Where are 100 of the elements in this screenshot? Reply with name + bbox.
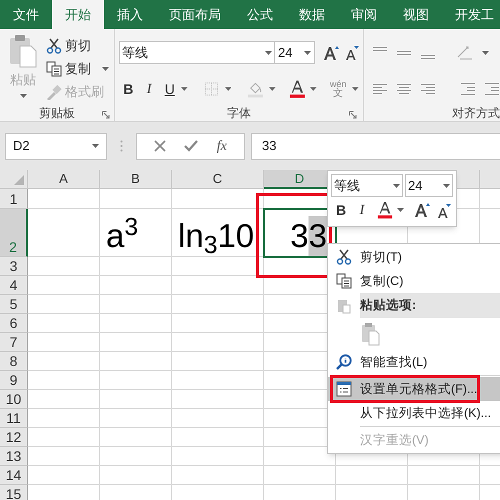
table-cell <box>100 390 172 409</box>
caret-icon[interactable] <box>310 87 317 92</box>
drag-handle-icon[interactable] <box>120 140 123 152</box>
grow-font-icon[interactable] <box>323 44 339 61</box>
cell-text: a$^{3}$ <box>105 216 138 256</box>
table-cell <box>264 466 336 485</box>
menu-section-header: 粘贴选项: <box>360 293 500 318</box>
ribbon-tab[interactable]: 页面布局 <box>156 0 234 29</box>
menu-item[interactable]: 复制(C) <box>328 269 500 293</box>
row-header[interactable]: 8 <box>0 352 28 371</box>
row-header[interactable]: 12 <box>0 428 28 447</box>
ribbon-tab[interactable]: 公式 <box>234 0 286 29</box>
table-cell <box>28 314 100 333</box>
group-label: 字体 <box>227 104 251 122</box>
table-cell <box>100 333 172 352</box>
italic-button[interactable]: I <box>140 78 158 100</box>
table-cell <box>28 295 100 314</box>
row-header[interactable]: 10 <box>0 390 28 409</box>
insert-function-button[interactable]: fx <box>216 136 227 156</box>
row-header[interactable]: 13 <box>0 447 28 466</box>
dialog-launcher-icon[interactable] <box>349 111 357 119</box>
row-header[interactable]: 15 <box>0 485 28 500</box>
ribbon-tab[interactable]: 文件 <box>0 0 52 29</box>
row-header[interactable]: 5 <box>0 295 28 314</box>
ribbon-tab[interactable]: 开发工 <box>442 0 500 29</box>
table-cell <box>408 466 480 485</box>
caret-icon[interactable] <box>397 208 404 212</box>
caret-icon[interactable] <box>224 87 232 92</box>
font-name-field[interactable]: 等线 <box>119 41 275 64</box>
italic-button[interactable]: I <box>352 199 372 221</box>
row-header[interactable]: 11 <box>0 409 28 428</box>
column-header[interactable]: C <box>172 170 264 189</box>
formula-field[interactable]: 33 <box>251 132 500 160</box>
font-size-field[interactable]: 24 <box>275 41 315 64</box>
caret-icon[interactable] <box>304 50 311 55</box>
group-label: 对齐方式 <box>452 104 500 122</box>
row-header[interactable]: 6 <box>0 314 28 333</box>
table-cell <box>336 466 408 485</box>
table-cell <box>100 466 172 485</box>
column-header[interactable]: A <box>28 170 100 189</box>
ribbon-tab[interactable]: 视图 <box>390 0 442 29</box>
row-header[interactable]: 1 <box>0 189 28 209</box>
increase-indent-icon[interactable] <box>484 82 500 96</box>
row-header[interactable]: 2 <box>0 209 28 257</box>
table-cell <box>100 409 172 428</box>
align-right-icon[interactable] <box>420 82 436 96</box>
grow-font-icon[interactable] <box>414 202 430 218</box>
ribbon-tab[interactable]: 插入 <box>104 0 156 29</box>
caret-icon[interactable] <box>482 50 489 55</box>
table-cell <box>100 352 172 371</box>
caret-icon[interactable] <box>443 184 450 188</box>
font-size-field[interactable]: 24 <box>405 174 453 197</box>
column-header[interactable]: B <box>100 170 172 189</box>
dialog-launcher-icon[interactable] <box>102 111 110 119</box>
align-left-icon[interactable] <box>372 82 388 96</box>
caret-icon[interactable] <box>393 184 400 188</box>
shrink-font-icon[interactable] <box>437 202 451 218</box>
checkmark-icon[interactable] <box>184 140 198 152</box>
table-cell <box>28 257 100 276</box>
shrink-font-icon[interactable] <box>345 45 359 60</box>
cell-text: ln$_{3}$10 <box>177 216 254 256</box>
format-cells-icon <box>336 381 352 397</box>
caret-icon[interactable] <box>92 144 99 148</box>
ribbon-tab[interactable]: 开始 <box>52 0 104 29</box>
caret-icon[interactable] <box>181 87 188 92</box>
clipboard-button[interactable]: 剪切 <box>46 36 109 55</box>
ribbon-tab[interactable]: 审阅 <box>338 0 390 29</box>
menu-item[interactable]: 设置单元格格式(F)... <box>328 377 500 401</box>
row-header[interactable]: 3 <box>0 257 28 276</box>
group-label: 剪贴板 <box>39 105 75 122</box>
underline-button[interactable]: U <box>160 78 180 100</box>
table-cell <box>28 409 100 428</box>
fill-color-icon[interactable] <box>247 80 264 98</box>
row-header[interactable]: 14 <box>0 466 28 485</box>
caret-icon[interactable] <box>265 50 272 55</box>
caret-icon[interactable] <box>269 87 276 92</box>
menu-item[interactable]: 智能查找(L) <box>328 350 500 374</box>
clipboard-icon <box>8 34 38 68</box>
name-box[interactable]: D2 <box>5 132 107 160</box>
decrease-indent-icon[interactable] <box>460 82 476 96</box>
row-header[interactable]: 9 <box>0 371 28 390</box>
table-cell <box>28 390 100 409</box>
row-header[interactable]: 4 <box>0 276 28 295</box>
caret-icon[interactable] <box>102 66 109 70</box>
copy-icon <box>46 60 62 76</box>
font-color-icon[interactable] <box>377 201 393 219</box>
ribbon-tab[interactable]: 数据 <box>286 0 338 29</box>
search-icon <box>336 354 352 370</box>
table-cell <box>28 371 100 390</box>
cancel-icon[interactable] <box>154 140 166 152</box>
font-name-field[interactable]: 等线 <box>331 174 403 197</box>
table-cell <box>100 314 172 333</box>
table-cell <box>28 428 100 447</box>
bold-button[interactable]: B <box>119 78 138 100</box>
font-color-icon[interactable] <box>288 79 306 100</box>
align-center-icon[interactable] <box>396 82 412 96</box>
row-header[interactable]: 7 <box>0 333 28 352</box>
menu-item[interactable]: 从下拉列表中选择(K)... <box>328 401 500 425</box>
caret-icon[interactable] <box>352 87 359 92</box>
clipboard-button[interactable]: 复制 <box>46 59 109 78</box>
